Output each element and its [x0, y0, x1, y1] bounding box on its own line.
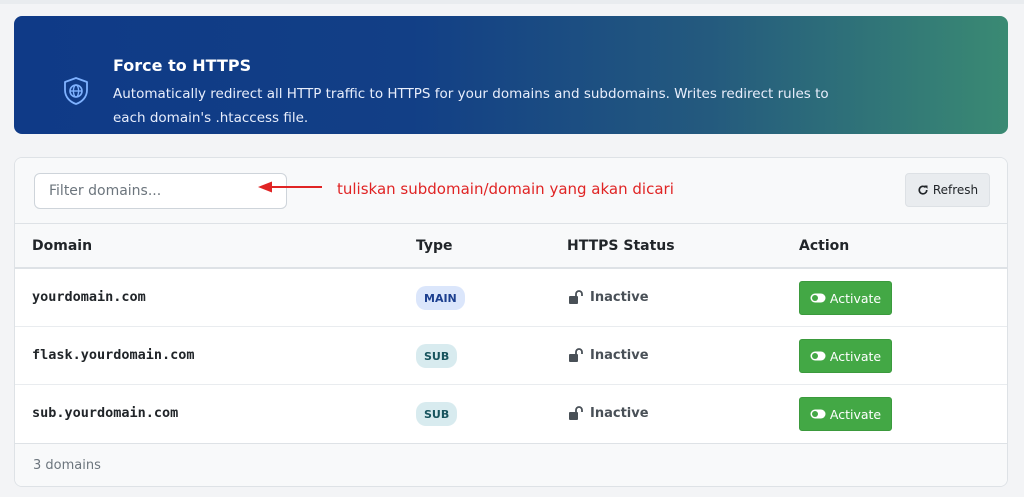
status-label: Inactive — [590, 405, 649, 421]
table-header: Domain Type HTTPS Status Action — [15, 224, 1007, 269]
refresh-button[interactable]: Refresh — [905, 173, 990, 207]
domains-card: Refresh Domain Type HTTPS Status Action … — [14, 157, 1008, 487]
shield-globe-icon — [64, 77, 88, 105]
header-domain: Domain — [32, 238, 93, 254]
activate-label: Activate — [829, 290, 882, 306]
activate-button[interactable]: Activate — [799, 281, 892, 315]
toggle-off-icon — [810, 409, 826, 419]
header-https-status: HTTPS Status — [567, 238, 675, 254]
table-row: sub.yourdomain.com SUB Inactive Activate — [15, 385, 1007, 443]
status-label: Inactive — [590, 347, 649, 363]
unlock-icon — [569, 348, 583, 362]
header-action: Action — [799, 238, 850, 254]
https-banner: Force to HTTPS Automatically redirect al… — [14, 16, 1008, 134]
refresh-icon — [918, 185, 928, 195]
table-row: yourdomain.com MAIN Inactive Activate — [15, 269, 1007, 327]
activate-button[interactable]: Activate — [799, 397, 892, 431]
filter-domains-input[interactable] — [34, 173, 287, 209]
activate-button[interactable]: Activate — [799, 339, 892, 373]
type-badge: SUB — [416, 402, 458, 426]
domain-name: sub.yourdomain.com — [32, 405, 179, 421]
domain-count: 3 domains — [33, 458, 101, 473]
annotation-text: tuliskan subdomain/domain yang akan dica… — [337, 180, 674, 198]
https-status: Inactive — [568, 289, 649, 305]
unlock-icon — [569, 406, 583, 420]
domain-name: flask.yourdomain.com — [32, 347, 195, 363]
activate-label: Activate — [829, 406, 882, 422]
activate-label: Activate — [829, 348, 882, 364]
toggle-off-icon — [810, 351, 826, 361]
top-strip — [0, 0, 1024, 4]
type-badge: SUB — [416, 344, 458, 368]
domain-name: yourdomain.com — [32, 289, 146, 305]
header-type: Type — [416, 238, 453, 254]
table-row: flask.yourdomain.com SUB Inactive Activa… — [15, 327, 1007, 385]
unlock-icon — [569, 290, 583, 304]
table-footer: 3 domains — [15, 443, 1007, 486]
status-label: Inactive — [590, 289, 649, 305]
toggle-off-icon — [810, 293, 826, 303]
https-status: Inactive — [568, 347, 649, 363]
annotation-arrow-icon — [258, 181, 322, 193]
banner-description: Automatically redirect all HTTP traffic … — [113, 86, 829, 126]
https-status: Inactive — [568, 405, 649, 421]
banner-title: Force to HTTPS — [113, 56, 252, 75]
type-badge: MAIN — [416, 286, 465, 310]
refresh-label: Refresh — [932, 183, 979, 197]
